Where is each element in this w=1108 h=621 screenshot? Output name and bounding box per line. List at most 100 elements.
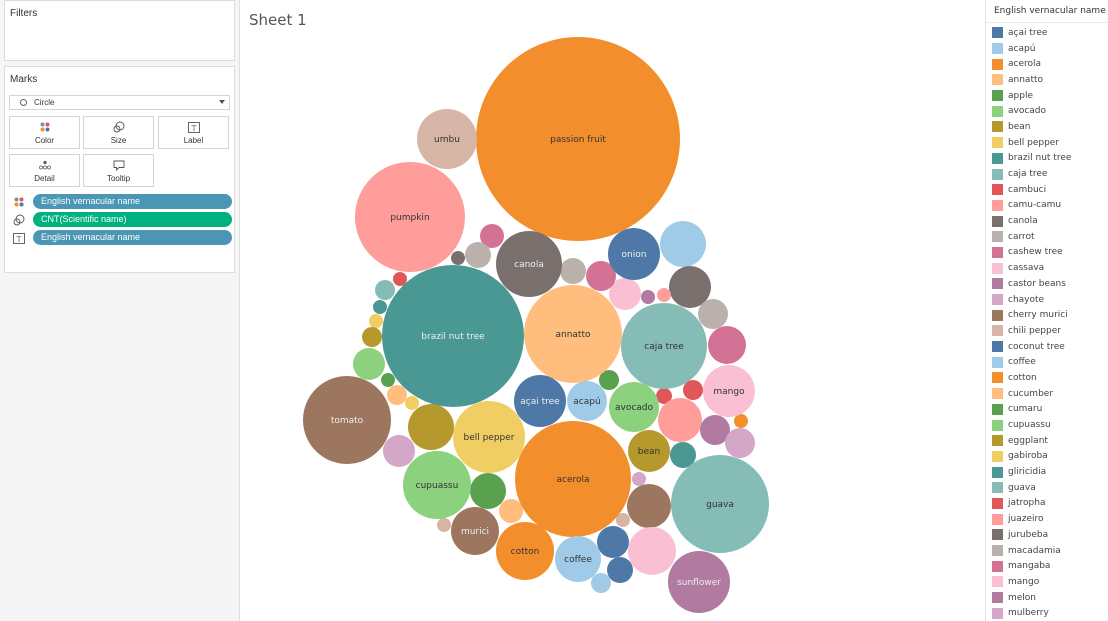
legend-item[interactable]: apple <box>992 88 1071 104</box>
legend-item[interactable]: chili pepper <box>992 323 1071 339</box>
legend-item[interactable]: cupuassu <box>992 417 1071 433</box>
bubble-group[interactable]: açai tree <box>514 375 566 427</box>
legend-item[interactable]: macadamia <box>992 543 1071 559</box>
bubble[interactable] <box>657 288 671 302</box>
legend-item[interactable]: eggplant <box>992 433 1071 449</box>
legend-item[interactable]: camu-camu <box>992 198 1071 214</box>
legend-item[interactable]: avocado <box>992 103 1071 119</box>
legend-item[interactable]: gliricidia <box>992 464 1071 480</box>
bubble[interactable] <box>725 428 755 458</box>
bubble-group[interactable]: umbu <box>417 109 477 169</box>
legend-item[interactable]: carrot <box>992 229 1071 245</box>
bubble-group[interactable]: caja tree <box>621 303 707 389</box>
label-field-pill[interactable]: English vernacular name <box>33 230 232 245</box>
legend-item[interactable]: cashew tree <box>992 245 1071 261</box>
mark-type-dropdown[interactable]: Circle <box>9 95 230 110</box>
legend-item[interactable]: açai tree <box>992 25 1071 41</box>
legend-item[interactable]: mulberry <box>992 605 1071 621</box>
bubble[interactable] <box>405 396 419 410</box>
bubble[interactable] <box>383 435 415 467</box>
bubble-group[interactable]: bell pepper <box>453 401 525 473</box>
bubble-group[interactable]: cupuassu <box>403 451 471 519</box>
bubble[interactable] <box>465 242 491 268</box>
bubble-group[interactable]: tomato <box>303 376 391 464</box>
legend-item[interactable]: cherry murici <box>992 307 1071 323</box>
legend-item[interactable]: juazeiro <box>992 511 1071 527</box>
bubble[interactable] <box>683 380 703 400</box>
color-button[interactable]: Color <box>9 116 80 149</box>
bubble[interactable] <box>387 385 407 405</box>
size-button[interactable]: Size <box>83 116 154 149</box>
bubble[interactable] <box>627 484 671 528</box>
bubble[interactable] <box>353 348 385 380</box>
bubble[interactable] <box>607 557 633 583</box>
filters-shelf[interactable]: Filters <box>4 0 235 61</box>
bubble[interactable] <box>381 373 395 387</box>
legend-item[interactable]: cumaru <box>992 402 1071 418</box>
bubble-group[interactable]: avocado <box>609 382 659 432</box>
bubble-group[interactable]: annatto <box>524 285 622 383</box>
bubble[interactable] <box>734 414 748 428</box>
legend-item[interactable]: mangaba <box>992 558 1071 574</box>
bubble[interactable] <box>437 518 451 532</box>
color-field-pill[interactable]: English vernacular name <box>33 194 232 209</box>
legend-item[interactable]: guava <box>992 480 1071 496</box>
bubble-group[interactable]: onion <box>608 228 660 280</box>
legend-item[interactable]: castor beans <box>992 276 1071 292</box>
bubble-group[interactable]: coffee <box>555 536 601 582</box>
bubble-group[interactable]: sunflower <box>668 551 730 613</box>
legend-item[interactable]: brazil nut tree <box>992 151 1071 167</box>
bubble-group[interactable]: pumpkin <box>355 162 465 272</box>
bubble-group[interactable]: murici <box>451 507 499 555</box>
bubble[interactable] <box>499 499 523 523</box>
bubble[interactable] <box>375 280 395 300</box>
bubble-chart[interactable]: passion fruit brazil nut tree pumpkin acero… <box>241 0 984 621</box>
bubble[interactable] <box>698 299 728 329</box>
bubble-group[interactable]: bean <box>628 430 670 472</box>
bubble-group[interactable]: brazil nut tree <box>382 265 524 407</box>
legend-item[interactable]: acerola <box>992 56 1071 72</box>
bubble[interactable] <box>451 251 465 265</box>
bubble[interactable] <box>470 473 506 509</box>
bubble-group[interactable]: mango <box>703 365 755 417</box>
bubble-group[interactable]: passion fruit <box>476 37 680 241</box>
bubble-group[interactable]: guava <box>671 455 769 553</box>
bubble[interactable] <box>632 472 646 486</box>
legend-item[interactable]: jatropha <box>992 496 1071 512</box>
bubble[interactable] <box>408 404 454 450</box>
legend-item[interactable]: annatto <box>992 72 1071 88</box>
legend-item[interactable]: caja tree <box>992 166 1071 182</box>
legend-item[interactable]: jurubeba <box>992 527 1071 543</box>
bubble[interactable] <box>362 327 382 347</box>
legend-item[interactable]: melon <box>992 590 1071 606</box>
legend-item[interactable]: bean <box>992 119 1071 135</box>
legend-item[interactable]: bell pepper <box>992 135 1071 151</box>
bubble-group[interactable]: acerola <box>515 421 631 537</box>
detail-button[interactable]: Detail <box>9 154 80 187</box>
bubble[interactable] <box>628 527 676 575</box>
legend-item[interactable]: cotton <box>992 370 1071 386</box>
size-field-pill[interactable]: CNT(Scientific name) <box>33 212 232 227</box>
bubble[interactable] <box>373 300 387 314</box>
legend-item[interactable]: cassava <box>992 260 1071 276</box>
legend-item[interactable]: mango <box>992 574 1071 590</box>
legend-item[interactable]: cambuci <box>992 182 1071 198</box>
bubble[interactable] <box>708 326 746 364</box>
bubble-group[interactable]: acapú <box>567 381 607 421</box>
bubble[interactable] <box>560 258 586 284</box>
legend-item[interactable]: gabiroba <box>992 449 1071 465</box>
label-button[interactable]: T Label <box>158 116 229 149</box>
legend-item[interactable]: coffee <box>992 354 1071 370</box>
bubble[interactable] <box>641 290 655 304</box>
bubble[interactable] <box>369 314 383 328</box>
bubble-group[interactable]: cotton <box>496 522 554 580</box>
bubble[interactable] <box>591 573 611 593</box>
tooltip-button[interactable]: Tooltip <box>83 154 154 187</box>
legend-item[interactable]: acapú <box>992 41 1071 57</box>
legend-item[interactable]: canola <box>992 213 1071 229</box>
legend-item[interactable]: coconut tree <box>992 339 1071 355</box>
bubble[interactable] <box>597 526 629 558</box>
legend-item[interactable]: cucumber <box>992 386 1071 402</box>
bubble-group[interactable]: canola <box>496 231 562 297</box>
bubble[interactable] <box>660 221 706 267</box>
